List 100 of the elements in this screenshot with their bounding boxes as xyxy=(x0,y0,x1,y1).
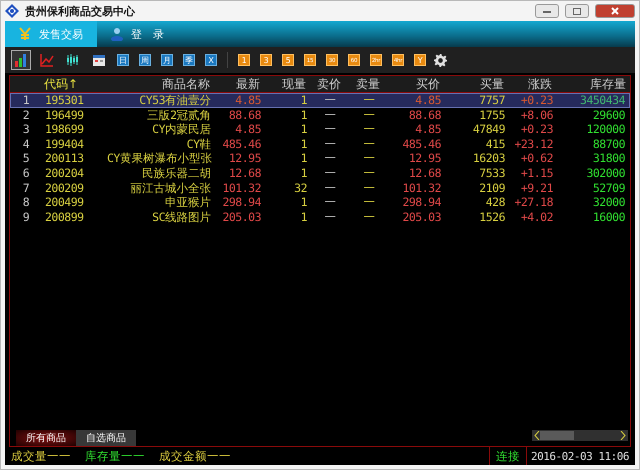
row-number: 4 xyxy=(22,138,30,151)
column-header[interactable]: 现量 xyxy=(264,76,310,93)
table-row[interactable]: 9 200899 SC线路图片 205.03 1 一 一 205.03 1526 +4.02 16000 xyxy=(10,210,630,224)
line-chart-icon xyxy=(40,53,54,67)
table-cell-text: 4.85 xyxy=(234,123,262,136)
bar-chart-icon xyxy=(14,53,28,67)
table-row[interactable]: 6 200204 民族乐器二胡 12.68 1 一 一 12.68 7533 +1.15 302000 xyxy=(10,166,630,181)
table-cell-text: 16000 xyxy=(592,210,626,224)
table-cell-text: 205.03 xyxy=(221,210,262,224)
table-cell-text: 101.32 xyxy=(401,182,442,195)
table-row[interactable]: 1 195301 CY53有油壹分 4.85 1 一 一 4.85 7757 +0.23 3450434 xyxy=(10,93,630,108)
settings-icon[interactable] xyxy=(434,54,447,66)
table-cell-text: +0.23 xyxy=(520,123,554,136)
period-button[interactable]: 日 xyxy=(117,54,129,66)
table-row[interactable]: 2 196499 三版2冠贰角 88.68 1 一 一 88.68 1755 +8.06 29600 xyxy=(10,108,630,122)
calendar-icon xyxy=(92,53,106,67)
maximize-button[interactable] xyxy=(565,4,589,18)
table-cell-text: 4.85 xyxy=(234,94,262,107)
table-cell-text: 一 xyxy=(323,94,337,107)
status-text: 成交金额一一 xyxy=(159,448,231,464)
table-row[interactable]: 4 199404 CY鞋 485.46 1 一 一 485.46 415 +23.12 88700 xyxy=(10,136,630,152)
table-cell-text: 一 xyxy=(323,166,337,180)
table-cell-text: 200209 xyxy=(44,182,85,195)
table-cell-text: 12.68 xyxy=(228,166,262,180)
table-cell-text: 205.03 xyxy=(401,210,442,224)
table-cell-text: 一 xyxy=(362,196,376,210)
table-cell-text: 7757 xyxy=(478,94,506,107)
table-cell-text: 1 xyxy=(300,152,308,166)
table-cell-text: 200499 xyxy=(44,196,85,210)
table-cell-text: 12.68 xyxy=(408,166,442,180)
table-cell-text: +9.21 xyxy=(520,182,554,195)
column-header[interactable]: 代码↑ xyxy=(40,76,102,93)
table-cell-text: 12.95 xyxy=(408,152,442,166)
table-row[interactable]: 5 200113 CY黄果树瀑布小型张 12.95 1 一 一 12.95 16203 +0.62 31800 xyxy=(10,151,630,166)
table-cell-text: 丽江古城小全张 xyxy=(130,182,212,195)
period-button[interactable]: 周 xyxy=(139,54,151,66)
table-cell-text: 1526 xyxy=(478,210,506,224)
row-number: 6 xyxy=(22,166,30,180)
table-cell-text: 一 xyxy=(362,138,376,151)
column-header[interactable]: 最新 xyxy=(214,76,264,93)
table-cell-text: 一 xyxy=(362,166,376,180)
column-header[interactable]: 买量 xyxy=(444,76,508,93)
table-row[interactable]: 8 200499 申亚猴片 298.94 1 一 一 298.94 428 +27.18 32000 xyxy=(10,195,630,210)
window-title: 贵州保利商品交易中心 xyxy=(25,4,136,18)
table-cell-text: 一 xyxy=(362,94,376,107)
row-number: 7 xyxy=(22,182,30,195)
period-button[interactable]: 季 xyxy=(183,54,195,66)
table-cell-text: +1.15 xyxy=(520,166,554,180)
table-cell-text: +23.12 xyxy=(513,138,554,151)
table-cell-text: 16203 xyxy=(472,152,506,166)
period-button[interactable]: X xyxy=(205,54,217,66)
table-cell-text: 88.68 xyxy=(228,108,262,122)
table-cell-text: 1755 xyxy=(478,108,506,122)
table-row[interactable]: 3 198699 CY内蒙民居 4.85 1 一 一 4.85 47849 +0.23 120000 xyxy=(10,122,630,137)
table-cell-text: 申亚猴片 xyxy=(164,196,212,210)
nav-tab[interactable]: 登 录 xyxy=(97,21,185,47)
table-cell-text: 1 xyxy=(300,123,308,136)
column-header[interactable]: 卖价 xyxy=(310,76,348,93)
table-cell-text: 一 xyxy=(362,182,376,195)
table-cell-text: CY黄果树瀑布小型张 xyxy=(106,152,213,166)
connection-status: 连接 xyxy=(489,447,528,465)
table-cell-text: 200113 xyxy=(44,152,85,166)
logo-icon xyxy=(5,4,19,18)
table-cell-text: 298.94 xyxy=(401,196,442,210)
table-cell-text: 120000 xyxy=(585,123,626,136)
column-header[interactable]: 库存量 xyxy=(556,76,630,93)
close-icon xyxy=(611,7,619,15)
table-cell-text: 一 xyxy=(362,108,376,122)
horizontal-scrollbar[interactable] xyxy=(532,430,628,441)
table-cell-text: 一 xyxy=(362,152,376,166)
sheet-tab[interactable]: 所有商品 xyxy=(16,430,76,446)
column-header[interactable]: 涨跌 xyxy=(508,76,556,93)
period-button[interactable]: 月 xyxy=(161,54,173,66)
table-cell-text: +0.62 xyxy=(520,152,554,166)
user-icon xyxy=(111,27,123,41)
minimize-button[interactable] xyxy=(535,4,559,18)
table-cell-text: 52709 xyxy=(592,182,626,195)
table-cell-text: 一 xyxy=(323,152,337,166)
table-cell-text: 1 xyxy=(300,210,308,224)
chart-view-button[interactable] xyxy=(11,50,31,70)
row-number: 2 xyxy=(22,108,30,122)
tab-label: 登 录 xyxy=(131,26,164,42)
table-cell-text: CY内蒙民居 xyxy=(151,123,212,136)
column-header[interactable]: 买价 xyxy=(388,76,444,93)
table-cell-text: 1 xyxy=(300,94,308,107)
table-cell-text: 一 xyxy=(323,210,337,224)
table-cell-text: 485.46 xyxy=(221,138,262,151)
column-header[interactable]: 卖量 xyxy=(348,76,388,93)
column-header[interactable]: 商品名称 xyxy=(102,76,214,93)
table-cell-text: 198699 xyxy=(44,123,85,136)
table-cell-text: 29600 xyxy=(592,108,626,122)
table-cell-text: 三版2冠贰角 xyxy=(146,108,212,122)
maximize-icon xyxy=(573,8,581,14)
table-cell-text: 196499 xyxy=(44,108,85,122)
table-row[interactable]: 7 200209 丽江古城小全张 101.32 32 一 一 101.32 2109 +9.21 52709 xyxy=(10,180,630,196)
table-cell-text: 一 xyxy=(362,210,376,224)
table-cell-text: 3450434 xyxy=(579,94,626,107)
sheet-tab[interactable]: 自选商品 xyxy=(76,430,136,446)
table-cell-text: 4.85 xyxy=(414,123,442,136)
close-button[interactable] xyxy=(595,4,635,18)
